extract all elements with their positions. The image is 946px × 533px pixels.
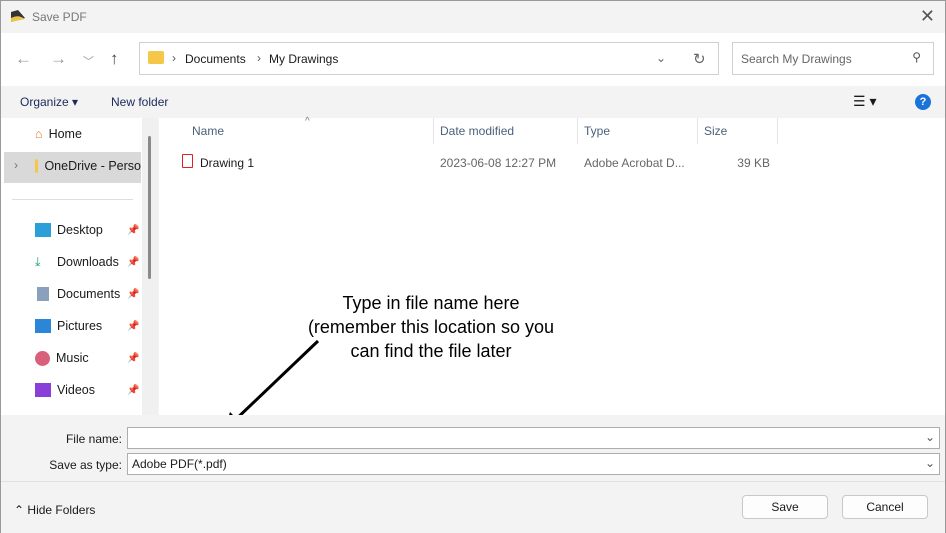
save-type-select[interactable]: Adobe PDF(*.pdf) ⌄ [127, 453, 940, 475]
column-header-date[interactable]: Date modified [435, 118, 578, 144]
home-icon: ⌂ [35, 127, 43, 141]
sidebar-item-label: OneDrive - Perso [44, 159, 141, 173]
file-type: Adobe Acrobat D... [584, 156, 685, 170]
sidebar-item-label: Documents [57, 287, 121, 301]
file-name: Drawing 1 [200, 156, 255, 170]
app-logo-icon [11, 10, 25, 22]
column-header-type[interactable]: Type [579, 118, 698, 144]
expand-chevron-icon[interactable]: › [14, 158, 18, 172]
up-icon[interactable]: ↑ [110, 49, 119, 69]
recent-chevron-icon[interactable]: ﹀ [83, 53, 94, 69]
cancel-button[interactable]: Cancel [842, 495, 928, 519]
sidebar-item-label: Desktop [57, 223, 103, 237]
address-bar[interactable]: › Documents › My Drawings ⌄ ↻ [139, 42, 719, 75]
forward-icon[interactable]: → [50, 49, 67, 69]
chevron-down-icon[interactable]: ⌄ [656, 51, 666, 65]
back-icon[interactable]: ← [15, 49, 32, 69]
new-folder-button[interactable]: New folder [111, 95, 168, 109]
videos-icon [35, 383, 51, 397]
save-form: File name: ⌄ Save as type: Adobe PDF(*.p… [1, 415, 945, 533]
file-name-input[interactable]: ⌄ [127, 427, 940, 449]
chevron-down-icon[interactable]: ⌄ [925, 456, 935, 470]
file-date: 2023-06-08 12:27 PM [440, 156, 557, 170]
refresh-icon[interactable]: ↻ [693, 50, 706, 68]
close-icon[interactable]: ✕ [920, 6, 935, 27]
sidebar-item-videos[interactable]: Videos [35, 380, 95, 400]
organize-label: Organize [20, 95, 69, 109]
sidebar-item-label: Home [48, 127, 82, 141]
sidebar-item-label: Videos [57, 383, 95, 397]
title-bar: Save PDF ✕ [1, 1, 945, 33]
organize-button[interactable]: Organize ▾ [20, 95, 78, 109]
folder-icon [35, 159, 39, 173]
sidebar-item-downloads[interactable]: ⤓ Downloads [35, 252, 119, 272]
breadcrumb-my-drawings[interactable]: My Drawings [269, 52, 338, 66]
hide-folders-label: Hide Folders [27, 503, 96, 517]
hide-folders-button[interactable]: ⌃ Hide Folders [14, 503, 95, 517]
navigation-bar: ← → ﹀ ↑ › Documents › My Drawings ⌄ ↻ Se… [1, 33, 945, 86]
sidebar-item-onedrive[interactable]: OneDrive - Perso [35, 156, 141, 176]
column-header-name[interactable]: Name [187, 118, 434, 144]
divider [12, 199, 133, 200]
divider [1, 481, 945, 482]
help-icon[interactable]: ? [915, 94, 931, 110]
save-button[interactable]: Save [742, 495, 828, 519]
music-icon [35, 350, 50, 366]
chevron-up-icon: ⌃ [14, 503, 25, 517]
pin-icon[interactable]: 📌 [127, 257, 139, 268]
sidebar-item-documents[interactable]: Documents [35, 284, 120, 304]
annotation-text: Type in file name here (remember this lo… [307, 293, 555, 361]
save-type-value: Adobe PDF(*.pdf) [132, 457, 227, 471]
file-row[interactable]: Drawing 1 2023-06-08 12:27 PM Adobe Acro… [159, 150, 945, 174]
pin-icon[interactable]: 📌 [127, 289, 139, 300]
sidebar-scrollbar[interactable] [142, 118, 158, 415]
chevron-down-icon[interactable]: ⌄ [925, 430, 935, 444]
pdf-file-icon [182, 154, 193, 168]
file-size: 39 KB [737, 156, 770, 170]
sidebar-item-music[interactable]: Music [35, 348, 89, 368]
save-type-label: Save as type: [49, 458, 122, 472]
documents-icon [37, 287, 49, 301]
breadcrumb-documents[interactable]: Documents [185, 52, 246, 66]
download-icon: ⤓ [35, 254, 41, 269]
sidebar-item-label: Music [56, 351, 89, 365]
file-name-label: File name: [65, 432, 122, 446]
folder-icon [148, 51, 164, 64]
command-bar: Organize ▾ New folder ☰ ▾ ? [1, 86, 945, 118]
sidebar-item-label: Pictures [57, 319, 103, 333]
search-input[interactable]: Search My Drawings ⚲ [732, 42, 934, 75]
sidebar-item-desktop[interactable]: Desktop [35, 220, 103, 240]
sidebar-item-label: Downloads [57, 255, 119, 269]
search-placeholder: Search My Drawings [741, 52, 852, 66]
column-header-size[interactable]: Size [699, 118, 778, 144]
save-dialog: Save PDF ✕ ← → ﹀ ↑ › Documents › My Draw… [0, 0, 946, 533]
pin-icon[interactable]: 📌 [127, 385, 139, 396]
pictures-icon [35, 319, 51, 333]
window-title: Save PDF [32, 10, 87, 24]
search-icon: ⚲ [912, 50, 921, 64]
scrollbar-thumb[interactable] [148, 136, 151, 279]
sidebar-item-home[interactable]: ⌂ Home [35, 124, 82, 144]
navigation-pane: ⌂ Home › OneDrive - Perso Desktop ⤓ Downlo… [1, 118, 158, 415]
desktop-icon [35, 223, 51, 237]
view-options-icon[interactable]: ☰ ▾ [853, 93, 876, 110]
pin-icon[interactable]: 📌 [127, 225, 139, 236]
pin-icon[interactable]: 📌 [127, 321, 139, 332]
pin-icon[interactable]: 📌 [127, 353, 139, 364]
sidebar-item-pictures[interactable]: Pictures [35, 316, 102, 336]
